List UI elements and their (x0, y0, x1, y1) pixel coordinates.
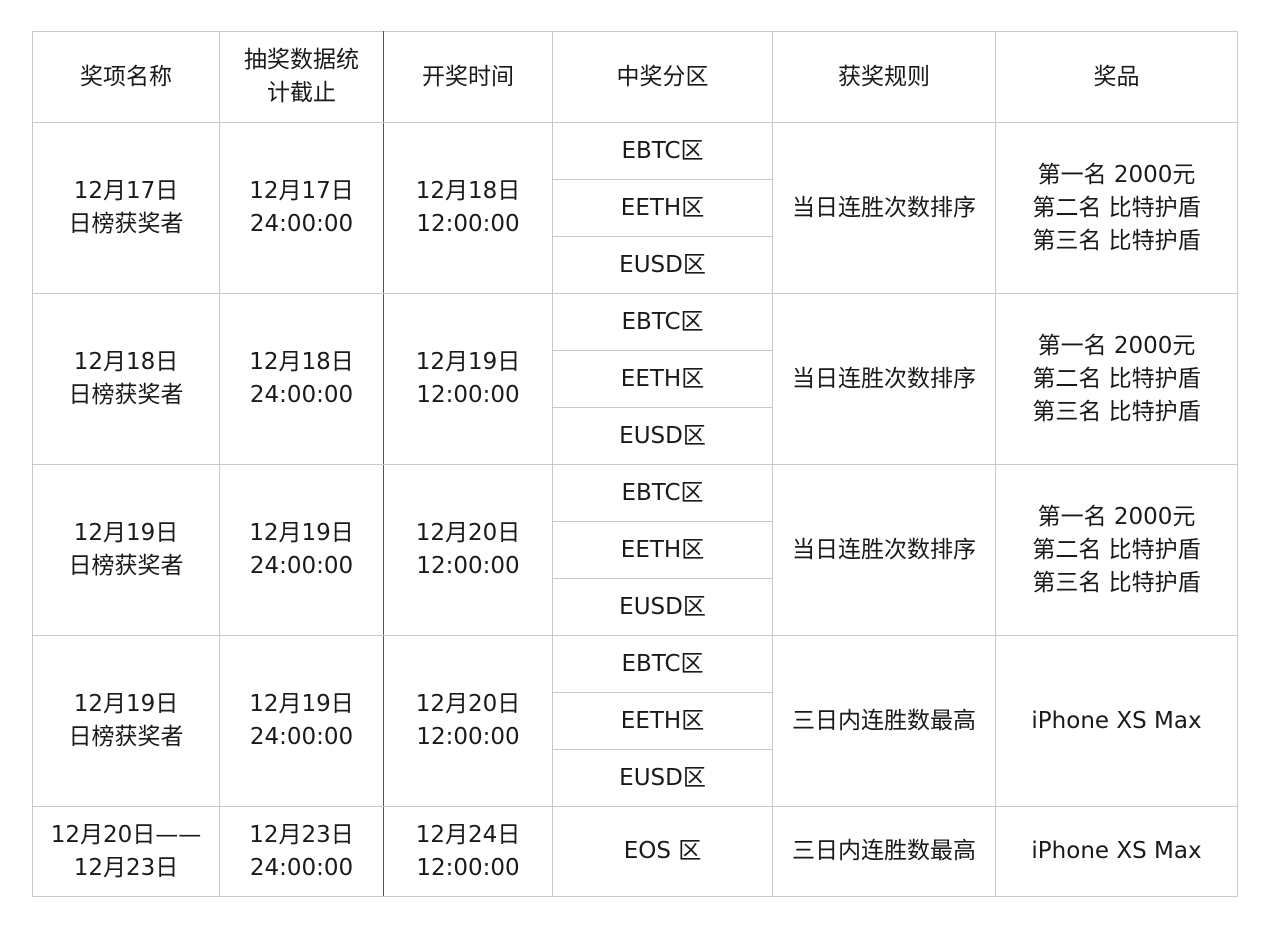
prize-line: 第一名 2000元 (1037, 332, 1196, 359)
prize-line: 第三名 比特护盾 (1032, 398, 1201, 425)
header-rule: 获奖规则 (772, 31, 996, 123)
cutoff-date: 12月19日 (249, 520, 354, 546)
prize-line: 第二名 比特护盾 (1032, 365, 1201, 392)
cutoff-time: 24:00:00 (249, 724, 354, 750)
rule-cell: 三日内连胜数最高 (772, 635, 996, 807)
header-cutoff-line1: 抽奖数据统 (244, 47, 359, 73)
award-name-cell: 12月19日 日榜获奖者 (32, 635, 220, 807)
prize-cell: iPhone XS Max (995, 635, 1238, 807)
draw-time-cell: 12月20日 12:00:00 (383, 635, 553, 807)
cutoff-cell: 12月18日 24:00:00 (219, 293, 384, 465)
cutoff-cell: 12月19日 24:00:00 (219, 635, 384, 807)
zone-cell: EUSD区 (552, 749, 773, 807)
cutoff-cell: 12月17日 24:00:00 (219, 122, 384, 294)
prize-cell: iPhone XS Max (995, 806, 1238, 897)
prize-line: 第一名 2000元 (1037, 161, 1196, 188)
zone-cell: EOS 区 (552, 806, 773, 897)
prize-cell: 第一名 2000元 第二名 比特护盾 第三名 比特护盾 (995, 122, 1238, 294)
rule-cell: 当日连胜次数排序 (772, 293, 996, 465)
prize-line: 第二名 比特护盾 (1032, 536, 1201, 563)
award-name-line1: 12月20日—— (50, 821, 202, 848)
header-zone: 中奖分区 (552, 31, 773, 123)
prize-line: 第一名 2000元 (1037, 503, 1196, 530)
cutoff-date: 12月17日 (249, 178, 354, 204)
zone-cell: EBTC区 (552, 464, 773, 522)
zone-cell: EBTC区 (552, 635, 773, 693)
draw-time-cell: 12月19日 12:00:00 (383, 293, 553, 465)
draw-time: 12:00:00 (416, 211, 520, 237)
draw-time: 12:00:00 (416, 382, 520, 408)
zone-cell: EUSD区 (552, 236, 773, 294)
zone-cell: EBTC区 (552, 122, 773, 180)
draw-time: 12:00:00 (416, 724, 520, 750)
award-name-cell: 12月17日 日榜获奖者 (32, 122, 220, 294)
award-name-line1: 12月18日 (73, 349, 179, 375)
draw-time-cell: 12月18日 12:00:00 (383, 122, 553, 294)
cutoff-time: 24:00:00 (249, 854, 354, 881)
zone-cell: EETH区 (552, 521, 773, 579)
draw-date: 12月19日 (415, 349, 521, 375)
award-name-line2: 日榜获奖者 (68, 553, 184, 579)
prize-line: iPhone XS Max (1031, 707, 1202, 734)
header-cutoff: 抽奖数据统 计截止 (219, 31, 384, 123)
zone-cell: EUSD区 (552, 578, 773, 636)
table-row: 12月19日 日榜获奖者 12月19日 24:00:00 12月20日 12:0… (32, 464, 1238, 636)
cutoff-time: 24:00:00 (249, 211, 354, 237)
draw-date: 12月20日 (415, 520, 521, 546)
award-name-line2: 12月23日 (73, 854, 179, 881)
draw-date: 12月18日 (415, 178, 521, 204)
award-name-line1: 12月19日 (73, 691, 179, 717)
zone-cell: EETH区 (552, 179, 773, 237)
draw-time-cell: 12月20日 12:00:00 (383, 464, 553, 636)
header-cutoff-line2: 计截止 (267, 80, 336, 106)
table-row: 12月17日 日榜获奖者 12月17日 24:00:00 12月18日 12:0… (32, 122, 1238, 294)
prize-cell: 第一名 2000元 第二名 比特护盾 第三名 比特护盾 (995, 464, 1238, 636)
award-name-line2: 日榜获奖者 (68, 382, 184, 408)
award-name-line2: 日榜获奖者 (68, 724, 184, 750)
rule-cell: 当日连胜次数排序 (772, 464, 996, 636)
zone-cell: EBTC区 (552, 293, 773, 351)
cutoff-date: 12月23日 (249, 821, 354, 848)
draw-date: 12月20日 (415, 691, 521, 717)
zone-cell: EETH区 (552, 350, 773, 408)
rule-cell: 当日连胜次数排序 (772, 122, 996, 294)
cutoff-time: 24:00:00 (249, 382, 354, 408)
cutoff-cell: 12月19日 24:00:00 (219, 464, 384, 636)
award-name-line1: 12月19日 (73, 520, 179, 546)
table-row: 12月19日 日榜获奖者 12月19日 24:00:00 12月20日 12:0… (32, 635, 1238, 807)
award-name-line2: 日榜获奖者 (68, 211, 184, 237)
rule-cell: 三日内连胜数最高 (772, 806, 996, 897)
header-prize: 奖品 (995, 31, 1238, 123)
prize-line: 第二名 比特护盾 (1032, 194, 1201, 221)
header-draw-time: 开奖时间 (383, 31, 553, 123)
cutoff-cell: 12月23日 24:00:00 (219, 806, 384, 897)
award-name-cell: 12月18日 日榜获奖者 (32, 293, 220, 465)
draw-time: 12:00:00 (416, 854, 520, 881)
header-award-name: 奖项名称 (32, 31, 220, 123)
prize-line: 第三名 比特护盾 (1032, 227, 1201, 254)
award-name-line1: 12月17日 (73, 178, 179, 204)
prize-schedule-table: 奖项名称 抽奖数据统 计截止 开奖时间 中奖分区 获奖规则 奖品 12月17日 … (32, 31, 1238, 897)
zone-cell: EUSD区 (552, 407, 773, 465)
prize-cell: 第一名 2000元 第二名 比特护盾 第三名 比特护盾 (995, 293, 1238, 465)
cutoff-date: 12月19日 (249, 691, 354, 717)
zone-cell: EETH区 (552, 692, 773, 750)
header-row: 奖项名称 抽奖数据统 计截止 开奖时间 中奖分区 获奖规则 奖品 (32, 31, 1238, 123)
award-name-cell: 12月19日 日榜获奖者 (32, 464, 220, 636)
award-name-cell: 12月20日—— 12月23日 (32, 806, 220, 897)
draw-date: 12月24日 (415, 821, 521, 848)
table-row: 12月20日—— 12月23日 12月23日 24:00:00 12月24日 1… (32, 806, 1238, 897)
prize-line: 第三名 比特护盾 (1032, 569, 1201, 596)
draw-time-cell: 12月24日 12:00:00 (383, 806, 553, 897)
cutoff-date: 12月18日 (249, 349, 354, 375)
cutoff-time: 24:00:00 (249, 553, 354, 579)
draw-time: 12:00:00 (416, 553, 520, 579)
table-row: 12月18日 日榜获奖者 12月18日 24:00:00 12月19日 12:0… (32, 293, 1238, 465)
